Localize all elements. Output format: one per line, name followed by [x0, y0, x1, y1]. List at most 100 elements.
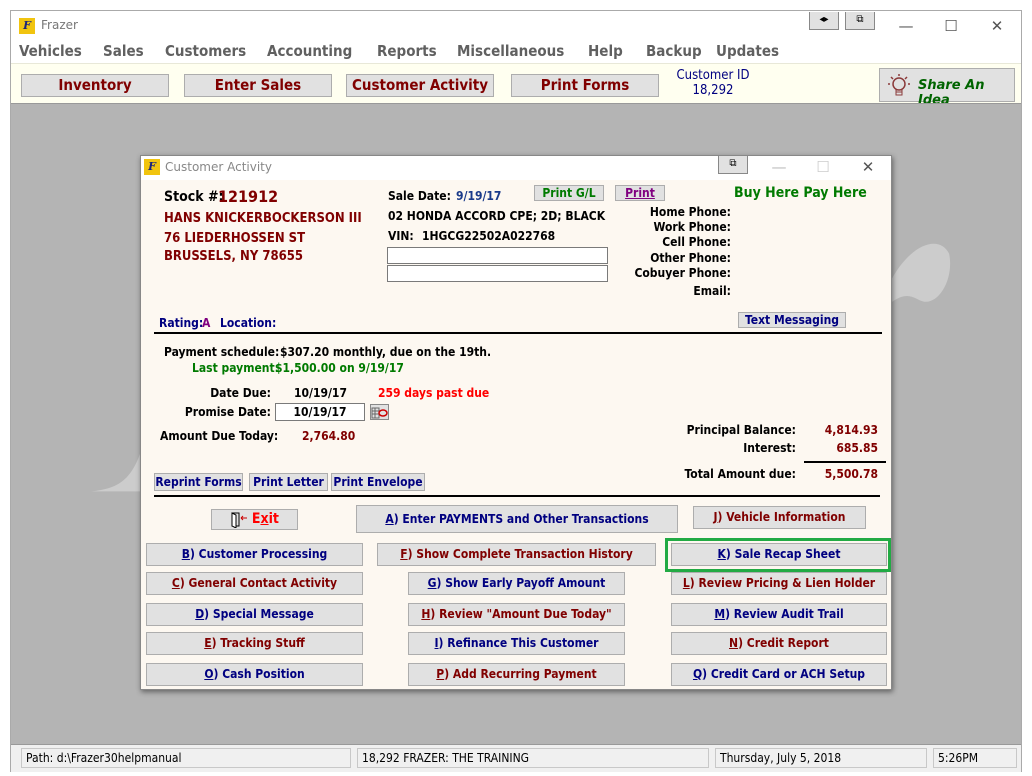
menu-backup[interactable]: Backup	[646, 42, 702, 60]
action-credit-report[interactable]: N) Credit Report	[671, 632, 887, 655]
share-an-idea-button[interactable]: Share An Idea	[879, 68, 1015, 108]
dialog-minimize-button[interactable]: —	[764, 156, 794, 178]
status-path: Path: d:\Frazer30helpmanual	[21, 748, 351, 768]
app-title: Frazer	[41, 18, 78, 32]
divider	[154, 495, 880, 497]
principal-balance-label: Principal Balance:	[686, 423, 796, 437]
vin-value: 1HGCG22502A022768	[422, 229, 556, 243]
action-enter-payments[interactable]: A) Enter PAYMENTS and Other Transactions	[356, 505, 678, 533]
enter-sales-button[interactable]: Enter Sales	[184, 74, 332, 97]
exit-label-key: x	[260, 511, 269, 527]
customer-id-display: Customer ID 18,292	[663, 68, 763, 98]
action-label: ) Special Message	[204, 607, 314, 621]
action-label: ) General Contact Activity	[179, 576, 338, 590]
print-letter-button[interactable]: Print Letter	[249, 473, 328, 491]
text-messaging-button[interactable]: Text Messaging	[738, 312, 846, 328]
tile-windows-button[interactable]: ◂▸	[809, 12, 839, 30]
action-special-message[interactable]: D) Special Message	[146, 603, 363, 626]
print-forms-button[interactable]: Print Forms	[511, 74, 659, 97]
home-phone-label: Home Phone:	[649, 205, 731, 219]
promise-date-label: Promise Date:	[184, 405, 271, 419]
action-label: ) Show Early Payoff Amount	[436, 576, 606, 590]
action-cash-position[interactable]: O) Cash Position	[146, 663, 363, 686]
calendar-icon[interactable]	[370, 404, 389, 420]
restore-windows-button[interactable]: ⧉	[845, 12, 875, 30]
rating-value: A	[202, 316, 211, 330]
customer-activity-button[interactable]: Customer Activity	[346, 74, 494, 97]
menu-miscellaneous[interactable]: Miscellaneous	[457, 42, 564, 60]
action-sale-recap-sheet[interactable]: K) Sale Recap Sheet	[671, 543, 887, 566]
hotkey: B	[181, 547, 190, 561]
hotkey: L	[682, 576, 690, 590]
exit-label-post: it	[268, 511, 279, 527]
toolbar: Inventory Enter Sales Customer Activity …	[11, 63, 1021, 108]
past-due-status: 259 days past due	[378, 386, 490, 400]
dialog-restore-button[interactable]: ⧉	[718, 156, 748, 174]
menu-help[interactable]: Help	[588, 42, 623, 60]
action-review-amount-due-today[interactable]: H) Review "Amount Due Today"	[408, 603, 625, 626]
amount-due-today-value: 2,764.80	[302, 429, 356, 443]
inventory-button[interactable]: Inventory	[21, 74, 169, 97]
menu-sales[interactable]: Sales	[103, 42, 144, 60]
action-label: ) Cash Position	[213, 667, 305, 681]
date-due-value: 10/19/17	[294, 386, 347, 400]
action-label: ) Sale Recap Sheet	[725, 547, 841, 561]
menu-accounting[interactable]: Accounting	[267, 42, 352, 60]
print-button[interactable]: Print	[615, 185, 665, 201]
hotkey: N	[729, 636, 739, 650]
menu-vehicles[interactable]: Vehicles	[19, 42, 82, 60]
sale-date-label: Sale Date:	[388, 189, 451, 203]
frazer-logo-icon: F	[19, 18, 35, 34]
date-due-label: Date Due:	[210, 386, 271, 400]
note-field-1[interactable]	[387, 247, 608, 264]
action-label: ) Tracking Stuff	[211, 636, 305, 650]
rating-label: Rating:	[159, 316, 204, 330]
customer-address-line1: 76 LIEDERHOSSEN ST	[164, 231, 306, 246]
hotkey: F	[400, 547, 408, 561]
customer-address-line2: BRUSSELS, NY 78655	[164, 249, 304, 264]
frazer-logo-icon: F	[144, 159, 160, 175]
action-add-recurring-payment[interactable]: P) Add Recurring Payment	[408, 663, 625, 686]
action-general-contact-activity[interactable]: C) General Contact Activity	[146, 572, 363, 595]
payment-schedule-value: $307.20 monthly, due on the 19th.	[280, 345, 492, 359]
action-credit-card-ach-setup[interactable]: Q) Credit Card or ACH Setup	[671, 663, 887, 686]
note-field-2[interactable]	[387, 265, 608, 282]
action-review-pricing-lien-holder[interactable]: L) Review Pricing & Lien Holder	[671, 572, 887, 595]
promise-date-input[interactable]: 10/19/17	[275, 403, 365, 421]
reprint-forms-button[interactable]: Reprint Forms	[154, 473, 243, 491]
hotkey: O	[204, 667, 214, 681]
action-tracking-stuff[interactable]: E) Tracking Stuff	[146, 632, 363, 655]
close-button[interactable]: ✕	[982, 15, 1012, 37]
action-label: ) Review Audit Trail	[725, 607, 844, 621]
print-gl-button[interactable]: Print G/L	[534, 185, 604, 201]
action-customer-processing[interactable]: B) Customer Processing	[146, 543, 363, 566]
dialog-close-button[interactable]: ✕	[853, 156, 883, 178]
total-amount-due-label: Total Amount due:	[684, 467, 796, 481]
menu-updates[interactable]: Updates	[716, 42, 779, 60]
other-phone-label: Other Phone:	[650, 251, 731, 265]
lightbulb-icon	[888, 74, 910, 98]
action-label: ) Customer Processing	[189, 547, 328, 561]
status-date: Thursday, July 5, 2018	[715, 748, 927, 768]
minimize-button[interactable]: —	[891, 15, 921, 37]
action-review-audit-trail[interactable]: M) Review Audit Trail	[671, 603, 887, 626]
vin-label: VIN:	[388, 229, 414, 243]
print-envelope-button[interactable]: Print Envelope	[331, 473, 425, 491]
dialog-maximize-button[interactable]: ☐	[808, 156, 838, 178]
action-refinance-customer[interactable]: I) Refinance This Customer	[408, 632, 625, 655]
email-label: Email:	[693, 284, 731, 298]
action-show-early-payoff[interactable]: G) Show Early Payoff Amount	[408, 572, 625, 595]
action-vehicle-information[interactable]: J) Vehicle Information	[693, 506, 866, 529]
maximize-button[interactable]: ☐	[936, 15, 966, 37]
interest-label: Interest:	[743, 441, 796, 455]
hotkey: K	[717, 547, 726, 561]
total-underline	[804, 461, 886, 463]
action-label: ) Enter PAYMENTS and Other Transactions	[393, 512, 649, 526]
menu-reports[interactable]: Reports	[377, 42, 437, 60]
stock-number: 121912	[218, 187, 279, 206]
menu-customers[interactable]: Customers	[165, 42, 246, 60]
action-show-transaction-history[interactable]: F) Show Complete Transaction History	[377, 543, 656, 566]
exit-button[interactable]: Exit	[211, 509, 298, 530]
customer-activity-dialog: F Customer Activity ⧉ — ☐ ✕ Stock #: 121…	[140, 155, 892, 690]
status-time: 5:26PM	[933, 748, 1017, 768]
